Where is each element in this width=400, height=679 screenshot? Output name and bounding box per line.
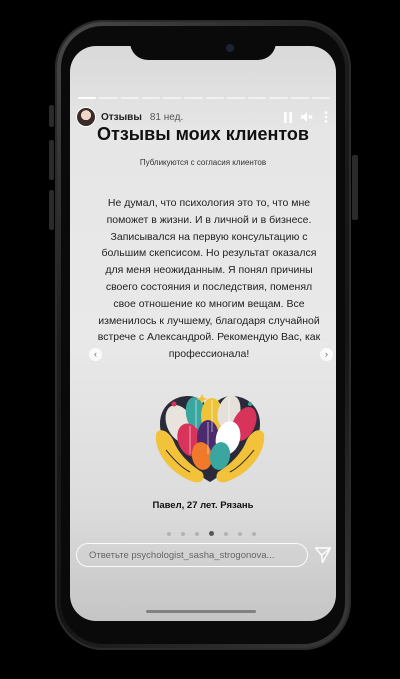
progress-segment (163, 97, 182, 99)
progress-segment (99, 97, 118, 99)
carousel-dot[interactable] (252, 531, 256, 536)
progress-segment (290, 97, 309, 99)
progress-segment (205, 97, 224, 99)
speaker-muted-icon[interactable] (301, 110, 313, 124)
power-button (352, 155, 358, 220)
volume-up-button (49, 140, 54, 180)
chevron-left-icon[interactable]: ‹ (89, 348, 102, 361)
progress-segment (269, 97, 288, 99)
pause-icon[interactable] (282, 110, 294, 124)
story-title: Отзывы моих клиентов (97, 124, 309, 144)
carousel-dots (167, 531, 256, 536)
story-progress-bar (78, 97, 330, 99)
progress-segment (78, 97, 97, 99)
progress-segment (184, 97, 203, 99)
volume-down-button (49, 190, 54, 230)
mute-switch (49, 105, 54, 127)
home-indicator (146, 610, 256, 613)
reply-input[interactable] (77, 544, 307, 566)
front-camera (226, 44, 234, 52)
reply-field[interactable] (76, 543, 308, 567)
carousel-dot[interactable] (224, 531, 228, 536)
post-age: 81 нед. (149, 111, 184, 123)
story-subtitle: Публикуются с согласия клиентов (139, 158, 267, 167)
more-vertical-icon[interactable] (320, 110, 332, 124)
carousel-dot[interactable] (167, 531, 171, 536)
progress-segment (141, 97, 160, 99)
progress-segment (120, 97, 139, 99)
carousel-dot[interactable] (181, 531, 185, 536)
progress-segment (311, 97, 330, 99)
account-name[interactable]: Отзывы (101, 112, 142, 123)
carousel-dot[interactable] (195, 531, 199, 536)
progress-segment (226, 97, 245, 99)
chevron-right-icon[interactable]: › (320, 348, 333, 361)
review-text: Не думал, что психология это то, что мне… (97, 197, 321, 361)
notch (130, 34, 276, 60)
carousel-dot[interactable] (209, 531, 214, 536)
review-author: Павел, 27 лет. Рязань (152, 500, 254, 511)
heart-hands-illustration (150, 390, 270, 490)
paper-plane-icon[interactable] (314, 546, 332, 564)
carousel-dot[interactable] (238, 531, 242, 536)
stage: Отзывы 81 нед. Отзывы моих клиентов Публ… (0, 0, 400, 679)
progress-segment (248, 97, 267, 99)
header-controls (282, 110, 332, 124)
